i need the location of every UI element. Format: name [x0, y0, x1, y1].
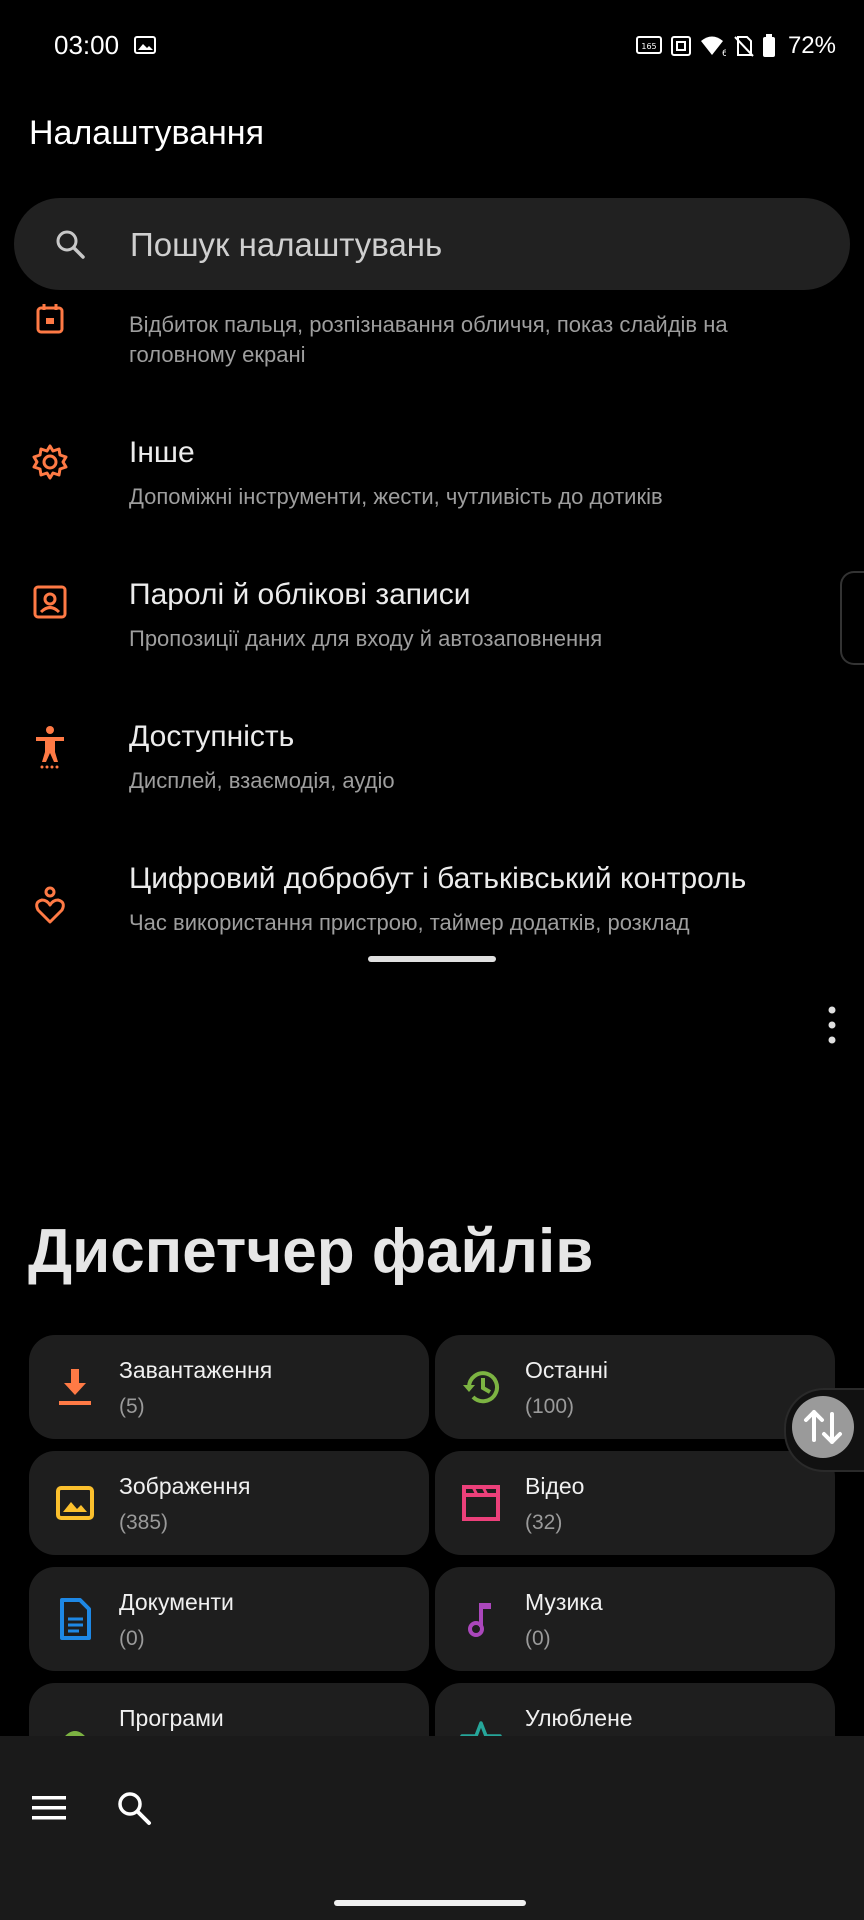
- floating-button-inner: [792, 1396, 854, 1458]
- settings-title: Налаштування: [29, 114, 264, 152]
- download-icon: [59, 1369, 91, 1405]
- category-name: Улюблене: [525, 1705, 633, 1731]
- category-name: Документи: [119, 1589, 234, 1615]
- accessibility-icon: [36, 726, 64, 769]
- status-bar: 03:00 165 6 72%: [0, 0, 864, 96]
- svg-text:165: 165: [641, 42, 656, 51]
- category-documents[interactable]: Документи (0): [29, 1567, 429, 1671]
- account-box-icon: [33, 585, 67, 619]
- wifi-6-icon: 6: [700, 36, 726, 57]
- music-icon: [468, 1603, 491, 1637]
- category-count: (0): [525, 1627, 551, 1650]
- settings-item-title: Доступність: [129, 720, 295, 753]
- gesture-navigation-handle[interactable]: [334, 1900, 526, 1906]
- settings-item-subtitle: Допоміжні інструменти, жести, чутливість…: [129, 484, 663, 509]
- settings-item-title: Цифровий добробут і батьківський контрол…: [129, 862, 747, 895]
- gear-icon: [32, 444, 68, 480]
- search-placeholder: Пошук налаштувань: [130, 226, 443, 263]
- category-name: Останні: [525, 1357, 608, 1383]
- battery-percent: 72%: [787, 32, 836, 59]
- category-name: Зображення: [119, 1473, 251, 1499]
- settings-pane: Налаштування Пошук налаштувань Відбиток …: [0, 96, 864, 950]
- swap-vertical-icon: [804, 1410, 842, 1444]
- category-count: (32): [525, 1511, 563, 1534]
- settings-item-accessibility[interactable]: Доступність Дисплей, взаємодія, аудіо: [0, 710, 864, 840]
- settings-item-title: Інше: [129, 436, 195, 469]
- category-count: (385): [119, 1511, 169, 1534]
- settings-search-bar[interactable]: Пошук налаштувань: [14, 198, 850, 290]
- settings-item-subtitle: Час використання пристрою, таймер додатк…: [129, 910, 690, 935]
- settings-item-subtitle: Пропозиції даних для входу й автозаповне…: [129, 626, 603, 651]
- split-screen-divider[interactable]: [368, 956, 496, 962]
- status-time: 03:00: [54, 30, 120, 60]
- image-notification-icon: [134, 36, 156, 54]
- category-count: (0): [119, 1627, 145, 1650]
- no-sim-icon: [734, 36, 754, 57]
- nfc-icon: [670, 36, 691, 56]
- file-search-icon[interactable]: [116, 1790, 152, 1826]
- edge-panel-handle[interactable]: [840, 571, 864, 665]
- refresh-rate-icon: 165: [635, 36, 662, 54]
- search-icon: [56, 230, 85, 259]
- battery-icon: [762, 34, 775, 57]
- heart-person-icon: [35, 886, 65, 924]
- document-icon: [60, 1598, 91, 1640]
- bottom-app-bar: [0, 1736, 864, 1920]
- category-name: Музика: [525, 1589, 603, 1615]
- file-manager-title: Диспетчер файлів: [28, 1217, 594, 1286]
- status-icons: 165 6 72%: [635, 32, 836, 60]
- hamburger-menu-icon[interactable]: [32, 1794, 68, 1822]
- category-count: (100): [525, 1395, 575, 1418]
- category-name: Відео: [525, 1473, 585, 1499]
- settings-item-other[interactable]: Інше Допоміжні інструменти, жести, чутли…: [0, 426, 864, 556]
- settings-item-passwords[interactable]: Паролі й облікові записи Пропозиції дани…: [0, 568, 864, 698]
- category-downloads[interactable]: Завантаження (5): [29, 1335, 429, 1439]
- category-count: (5): [119, 1395, 145, 1418]
- more-options-icon[interactable]: [824, 1004, 840, 1046]
- history-icon: [463, 1371, 499, 1404]
- settings-item-digital-wellbeing[interactable]: Цифровий добробут і батьківський контрол…: [0, 852, 864, 950]
- calendar-lock-icon: [36, 304, 64, 334]
- category-video[interactable]: Відео (32): [435, 1451, 835, 1555]
- video-icon: [462, 1485, 500, 1521]
- settings-item-title: Паролі й облікові записи: [129, 578, 471, 611]
- floating-sort-button[interactable]: [784, 1388, 864, 1472]
- category-recent[interactable]: Останні (100): [435, 1335, 835, 1439]
- category-music[interactable]: Музика (0): [435, 1567, 835, 1671]
- category-images[interactable]: Зображення (385): [29, 1451, 429, 1555]
- svg-text:6: 6: [722, 49, 726, 57]
- image-icon: [56, 1486, 94, 1520]
- category-name: Завантаження: [119, 1357, 273, 1383]
- settings-item-subtitle: Дисплей, взаємодія, аудіо: [129, 768, 395, 793]
- category-name: Програми: [119, 1705, 224, 1731]
- settings-item-security-subtitle: Відбиток пальця, розпізнавання обличчя, …: [129, 312, 728, 367]
